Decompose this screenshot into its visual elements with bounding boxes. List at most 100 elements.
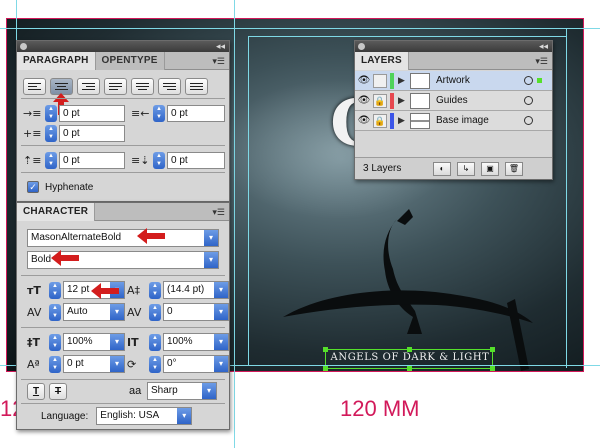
chevron-down-icon[interactable]: ▾ bbox=[177, 408, 192, 424]
panel-title-bar[interactable]: ◂◂ bbox=[355, 41, 552, 52]
first-line-indent-stepper[interactable]: ▲ ▼ bbox=[45, 124, 57, 142]
tracking-field[interactable]: 0 ▾ bbox=[163, 303, 229, 321]
justify-last-left-button[interactable] bbox=[104, 77, 127, 95]
font-size-stepper[interactable]: ▲ ▼ bbox=[49, 281, 61, 299]
space-after-stepper[interactable]: ▲ ▼ bbox=[153, 151, 165, 169]
eye-icon[interactable]: 👁 bbox=[357, 115, 371, 126]
paragraph-panel: ◂◂ PARAGRAPH OPENTYPE ▾☰ →≡ ▲ ▼ 0 pt ≡← ▲… bbox=[16, 40, 230, 202]
panel-title-bar[interactable]: ◂◂ bbox=[17, 41, 229, 52]
leading-stepper[interactable]: ▲ ▼ bbox=[149, 281, 161, 299]
tracking-row: AV ▲ ▼ 0 ▾ bbox=[127, 303, 229, 321]
strikethrough-button[interactable]: T bbox=[49, 382, 67, 400]
lock-toggle[interactable] bbox=[373, 73, 387, 88]
panel-menu-icon[interactable]: ▾☰ bbox=[212, 56, 225, 66]
layer-thumbnail bbox=[410, 72, 430, 89]
selection-handle[interactable] bbox=[490, 366, 495, 371]
space-before-field[interactable]: 0 pt bbox=[59, 151, 125, 169]
alignment-row bbox=[23, 77, 212, 95]
first-line-indent-row: +≡ ▲ ▼ 0 pt bbox=[23, 124, 125, 142]
layer-row-base-image[interactable]: 👁 🔒 ▶ Base image bbox=[355, 111, 552, 131]
language-select[interactable]: English: USA ▾ bbox=[96, 407, 193, 425]
layer-row-guides[interactable]: 👁 🔒 ▶ Guides bbox=[355, 91, 552, 111]
lock-icon[interactable]: 🔒 bbox=[373, 93, 387, 108]
chevron-down-icon[interactable]: ▾ bbox=[202, 383, 216, 399]
language-value: English: USA bbox=[100, 410, 160, 421]
panel-menu-icon[interactable]: ▾☰ bbox=[535, 56, 548, 66]
hyphenate-checkbox[interactable]: ✓ bbox=[27, 181, 39, 193]
chevron-down-icon[interactable]: ▾ bbox=[204, 230, 218, 246]
horizontal-scale-stepper[interactable]: ▲ ▼ bbox=[149, 333, 161, 351]
eye-icon[interactable]: 👁 bbox=[357, 95, 371, 106]
kerning-stepper[interactable]: ▲ ▼ bbox=[49, 303, 61, 321]
expand-triangle-icon[interactable]: ▶ bbox=[398, 95, 408, 106]
horizontal-scale-field[interactable]: 100% ▾ bbox=[163, 333, 229, 351]
new-layer-icon[interactable]: ▣ bbox=[481, 161, 499, 176]
chevron-down-icon[interactable]: ▾ bbox=[204, 252, 218, 268]
vertical-scale-stepper[interactable]: ▲ ▼ bbox=[49, 333, 61, 351]
font-family-select[interactable]: MasonAlternateBold ▾ bbox=[27, 229, 219, 247]
selection-handle[interactable] bbox=[323, 366, 328, 371]
tracking-stepper[interactable]: ▲ ▼ bbox=[149, 303, 161, 321]
font-size-value: 12 pt bbox=[67, 284, 90, 295]
justify-all-button[interactable] bbox=[185, 77, 208, 95]
vertical-scale-field[interactable]: 100% ▾ bbox=[63, 333, 125, 351]
tab-paragraph[interactable]: PARAGRAPH bbox=[17, 52, 96, 70]
layer-name[interactable]: Artwork bbox=[436, 75, 516, 86]
align-center-button[interactable] bbox=[50, 77, 73, 95]
chevron-down-icon[interactable]: ▾ bbox=[214, 282, 228, 298]
justify-last-right-button[interactable] bbox=[158, 77, 181, 95]
layer-name[interactable]: Base image bbox=[436, 115, 516, 126]
divider bbox=[21, 172, 225, 173]
chevron-down-icon[interactable]: ▾ bbox=[110, 334, 124, 350]
space-after-field[interactable]: 0 pt bbox=[167, 151, 225, 169]
chevron-down-icon[interactable]: ▾ bbox=[214, 334, 228, 350]
panel-menu-icon[interactable]: ▾☰ bbox=[212, 207, 225, 217]
justify-last-center-button[interactable] bbox=[131, 77, 154, 95]
new-sublayer-icon[interactable]: ↳ bbox=[457, 161, 475, 176]
tab-layers[interactable]: LAYERS bbox=[355, 52, 409, 70]
lock-icon[interactable]: 🔒 bbox=[373, 113, 387, 128]
left-indent-stepper[interactable]: ▲ ▼ bbox=[45, 104, 57, 122]
left-indent-icon: →≡ bbox=[23, 106, 42, 120]
kerning-field[interactable]: Auto ▾ bbox=[63, 303, 125, 321]
right-indent-field[interactable]: 0 pt bbox=[167, 104, 225, 122]
left-indent-field[interactable]: 0 pt bbox=[59, 104, 125, 122]
kerning-icon: AV bbox=[27, 305, 42, 319]
right-indent-stepper[interactable]: ▲ ▼ bbox=[153, 104, 165, 122]
chevron-down-icon[interactable]: ▾ bbox=[214, 356, 228, 372]
layer-target-icon[interactable] bbox=[524, 76, 533, 85]
selection-handle[interactable] bbox=[407, 366, 412, 371]
baseline-shift-stepper[interactable]: ▲ ▼ bbox=[49, 355, 61, 373]
layer-row-artwork[interactable]: 👁 ▶ Artwork bbox=[355, 71, 552, 91]
make-clipping-mask-icon[interactable]: ◐ bbox=[433, 161, 451, 176]
chevron-down-icon[interactable]: ▾ bbox=[214, 304, 228, 320]
first-line-indent-field[interactable]: 0 pt bbox=[59, 124, 125, 142]
align-left-button[interactable] bbox=[23, 77, 46, 95]
baseline-shift-icon: Aª bbox=[27, 357, 40, 371]
antialias-select[interactable]: Sharp ▾ bbox=[147, 382, 217, 400]
expand-triangle-icon[interactable]: ▶ bbox=[398, 75, 408, 86]
first-line-indent-icon: +≡ bbox=[23, 126, 42, 140]
trash-icon[interactable]: 🗑 bbox=[505, 161, 523, 176]
layer-name[interactable]: Guides bbox=[436, 95, 516, 106]
leading-field[interactable]: (14.4 pt) ▾ bbox=[163, 281, 229, 299]
expand-triangle-icon[interactable]: ▶ bbox=[398, 115, 408, 126]
selection-indicator bbox=[537, 78, 542, 83]
layer-target-icon[interactable] bbox=[524, 116, 533, 125]
eye-icon[interactable]: 👁 bbox=[357, 75, 371, 86]
baseline-shift-field[interactable]: 0 pt ▾ bbox=[63, 355, 125, 373]
all-caps-button[interactable]: T bbox=[27, 382, 45, 400]
chevron-down-icon[interactable]: ▾ bbox=[110, 304, 124, 320]
divider bbox=[21, 98, 225, 99]
tab-character[interactable]: CHARACTER bbox=[17, 203, 96, 221]
space-before-row: ⇡≡ ▲ ▼ 0 pt bbox=[23, 151, 125, 169]
kerning-value: Auto bbox=[67, 306, 88, 317]
rotation-field[interactable]: 0° ▾ bbox=[163, 355, 229, 373]
space-before-stepper[interactable]: ▲ ▼ bbox=[45, 151, 57, 169]
tab-opentype[interactable]: OPENTYPE bbox=[95, 52, 165, 70]
chevron-down-icon[interactable]: ▾ bbox=[110, 356, 124, 372]
layer-target-icon[interactable] bbox=[524, 96, 533, 105]
divider bbox=[21, 275, 225, 276]
align-right-button[interactable] bbox=[77, 77, 100, 95]
rotation-stepper[interactable]: ▲ ▼ bbox=[149, 355, 161, 373]
